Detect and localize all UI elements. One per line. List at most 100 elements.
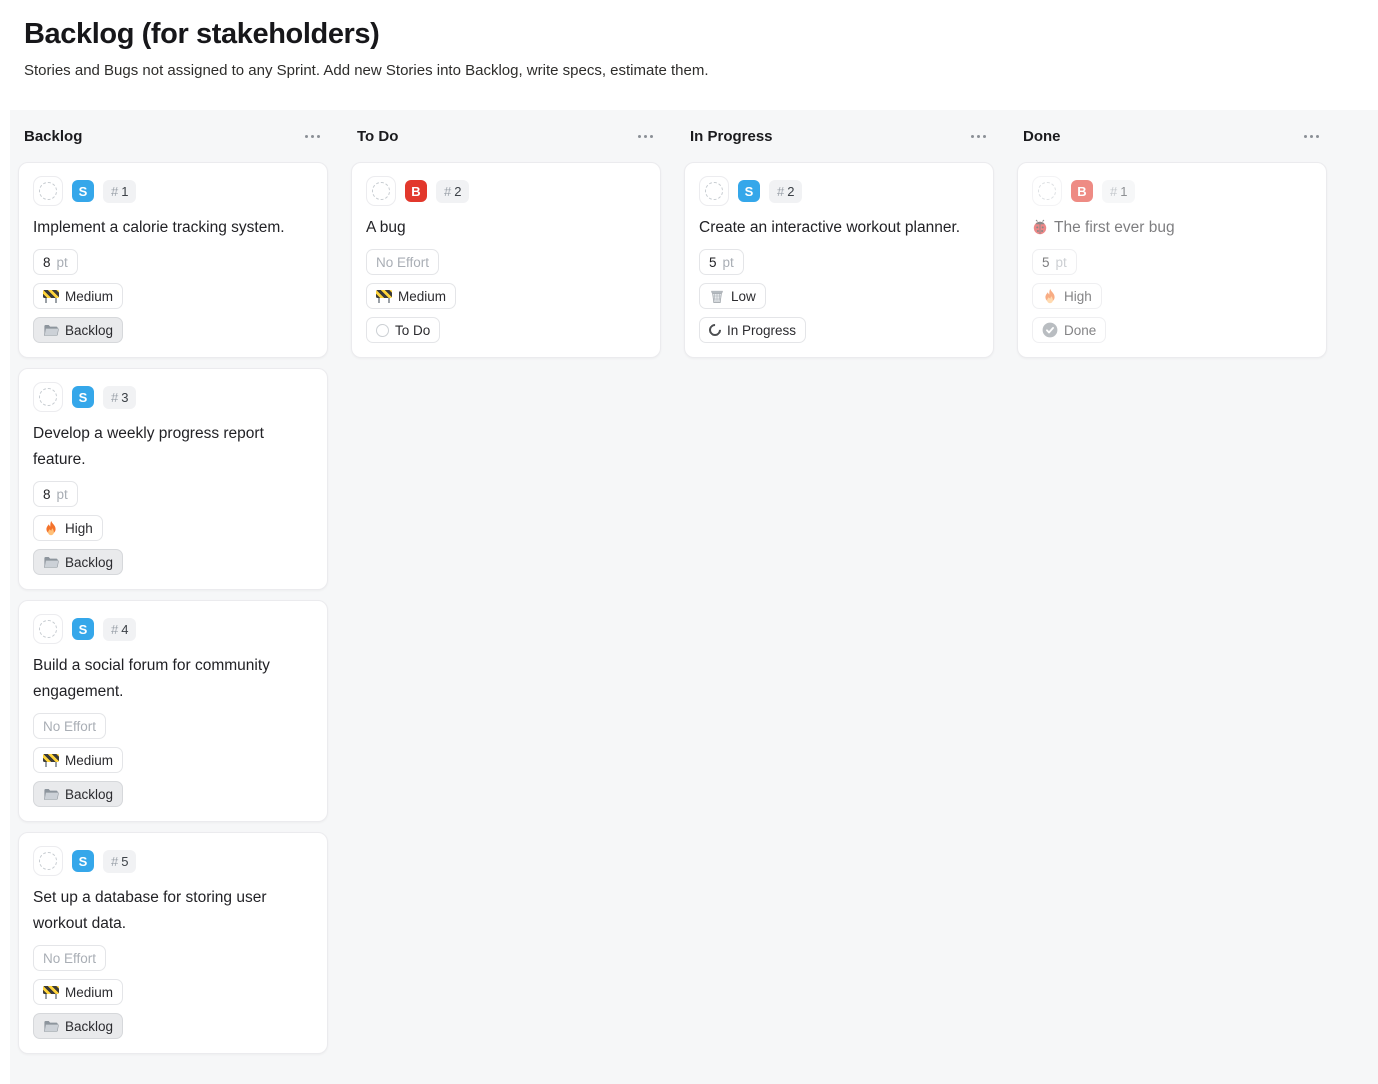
board-column-to-do: To Do B #2 A bug No Effort Medium To Do bbox=[351, 110, 661, 358]
column-menu-button[interactable] bbox=[1302, 131, 1321, 142]
assignee-avatar[interactable] bbox=[33, 176, 63, 206]
priority-chip[interactable]: Medium bbox=[366, 283, 457, 309]
status-label: Done bbox=[1064, 322, 1097, 338]
priority-chip[interactable]: Medium bbox=[33, 747, 124, 773]
issue-number: 4 bbox=[121, 621, 129, 637]
status-chip[interactable]: To Do bbox=[366, 317, 441, 343]
priority-chip[interactable]: Low bbox=[699, 283, 766, 309]
wastebasket-icon bbox=[709, 288, 725, 304]
status-chip[interactable]: In Progress bbox=[699, 317, 807, 343]
bug-badge: B bbox=[1071, 180, 1093, 202]
priority-chip[interactable]: Medium bbox=[33, 979, 124, 1005]
hash-sign: # bbox=[1110, 183, 1118, 199]
card-content: S #1 Implement a calorie tracking system. 8… bbox=[33, 176, 313, 343]
dashed-circle-icon bbox=[705, 182, 723, 200]
effort-empty-chip[interactable]: No Effort bbox=[33, 713, 107, 739]
folder-icon bbox=[43, 1018, 59, 1034]
assignee-avatar[interactable] bbox=[366, 176, 396, 206]
column-menu-button[interactable] bbox=[969, 131, 988, 142]
kanban-card[interactable]: S #4 Build a social forum for community en… bbox=[18, 600, 328, 822]
effort-unit: pt bbox=[722, 254, 734, 270]
card-title: Create an interactive workout planner. bbox=[699, 215, 979, 241]
effort-unit: pt bbox=[56, 254, 68, 270]
card-title-text: Create an interactive workout planner. bbox=[699, 219, 961, 236]
kanban-card[interactable]: S #3 Develop a weekly progress report feat… bbox=[18, 368, 328, 590]
card-content: S #3 Develop a weekly progress report feat… bbox=[33, 382, 313, 575]
card-title-text: Develop a weekly progress report feature… bbox=[33, 425, 264, 468]
kanban-card[interactable]: S #1 Implement a calorie tracking system. 8… bbox=[18, 162, 328, 358]
card-content: S #2 Create an interactive workout planner… bbox=[699, 176, 979, 343]
issue-number-badge: #2 bbox=[436, 179, 470, 203]
category-label: Backlog bbox=[65, 1018, 114, 1034]
priority-chip[interactable]: Medium bbox=[33, 283, 124, 309]
assignee-avatar[interactable] bbox=[33, 614, 63, 644]
effort-empty-chip[interactable]: No Effort bbox=[33, 945, 107, 971]
kanban-card[interactable]: B #2 A bug No Effort Medium To Do bbox=[351, 162, 661, 358]
category-chip[interactable]: Backlog bbox=[33, 1013, 124, 1039]
card-title-text: Implement a calorie tracking system. bbox=[33, 219, 285, 236]
effort-chip[interactable]: 8 pt bbox=[33, 481, 78, 507]
priority-chip[interactable]: High bbox=[33, 515, 103, 541]
priority-label: High bbox=[1064, 288, 1092, 304]
card-chips: 8 pt High Backlog bbox=[33, 481, 313, 575]
kanban-card[interactable]: S #5 Set up a database for storing user wo… bbox=[18, 832, 328, 1054]
assignee-avatar[interactable] bbox=[699, 176, 729, 206]
issue-number: 2 bbox=[454, 183, 462, 199]
issue-number-badge: #5 bbox=[103, 849, 137, 873]
card-title-text: Build a social forum for community engag… bbox=[33, 657, 270, 700]
card-chips: No Effort Medium Backlog bbox=[33, 945, 313, 1039]
effort-unit: pt bbox=[56, 486, 68, 502]
story-badge: S bbox=[72, 386, 94, 408]
column-header: To Do bbox=[351, 110, 661, 162]
assignee-avatar[interactable] bbox=[1032, 176, 1062, 206]
dashed-circle-icon bbox=[39, 852, 57, 870]
effort-value: 8 bbox=[43, 486, 51, 502]
column-cards: S #2 Create an interactive workout planner… bbox=[684, 162, 994, 358]
column-menu-button[interactable] bbox=[303, 131, 322, 142]
card-top-row: S #3 bbox=[33, 382, 313, 412]
effort-empty-chip[interactable]: No Effort bbox=[366, 249, 440, 275]
ellipsis-icon bbox=[305, 134, 320, 138]
hash-sign: # bbox=[444, 183, 452, 199]
assignee-avatar[interactable] bbox=[33, 846, 63, 876]
effort-empty-label: No Effort bbox=[43, 950, 97, 966]
category-chip[interactable]: Backlog bbox=[33, 781, 124, 807]
kanban-board: Backlog S #1 Implement a calorie tracking s… bbox=[10, 110, 1378, 1084]
column-title: Backlog bbox=[24, 127, 83, 145]
category-chip[interactable]: Backlog bbox=[33, 317, 124, 343]
column-title: In Progress bbox=[690, 127, 773, 145]
card-title: Implement a calorie tracking system. bbox=[33, 215, 313, 241]
card-content: S #5 Set up a database for storing user wo… bbox=[33, 846, 313, 1039]
story-badge: S bbox=[738, 180, 760, 202]
card-top-row: B #1 bbox=[1032, 176, 1312, 206]
ellipsis-icon bbox=[971, 134, 986, 138]
column-cards: S #1 Implement a calorie tracking system. 8… bbox=[18, 162, 328, 1054]
card-top-row: S #2 bbox=[699, 176, 979, 206]
effort-value: 8 bbox=[43, 254, 51, 270]
effort-chip[interactable]: 5 pt bbox=[1032, 249, 1077, 275]
assignee-avatar[interactable] bbox=[33, 382, 63, 412]
kanban-card[interactable]: B #1 The first ever bug 5 pt High Done bbox=[1017, 162, 1327, 358]
column-title: Done bbox=[1023, 127, 1061, 145]
card-chips: 8 pt Medium Backlog bbox=[33, 249, 313, 343]
card-top-row: S #5 bbox=[33, 846, 313, 876]
hash-sign: # bbox=[111, 183, 119, 199]
column-header: Backlog bbox=[18, 110, 328, 162]
issue-number: 1 bbox=[121, 183, 129, 199]
effort-chip[interactable]: 8 pt bbox=[33, 249, 78, 275]
priority-chip[interactable]: High bbox=[1032, 283, 1102, 309]
effort-value: 5 bbox=[709, 254, 717, 270]
done-check-icon bbox=[1042, 322, 1058, 338]
construction-icon bbox=[43, 985, 59, 999]
story-badge: S bbox=[72, 850, 94, 872]
kanban-card[interactable]: S #2 Create an interactive workout planner… bbox=[684, 162, 994, 358]
issue-number-badge: #2 bbox=[769, 179, 803, 203]
construction-icon bbox=[376, 289, 392, 303]
column-menu-button[interactable] bbox=[636, 131, 655, 142]
effort-chip[interactable]: 5 pt bbox=[699, 249, 744, 275]
status-chip[interactable]: Done bbox=[1032, 317, 1107, 343]
category-chip[interactable]: Backlog bbox=[33, 549, 124, 575]
card-title: Set up a database for storing user worko… bbox=[33, 885, 313, 937]
hash-sign: # bbox=[777, 183, 785, 199]
priority-label: Medium bbox=[398, 288, 447, 304]
